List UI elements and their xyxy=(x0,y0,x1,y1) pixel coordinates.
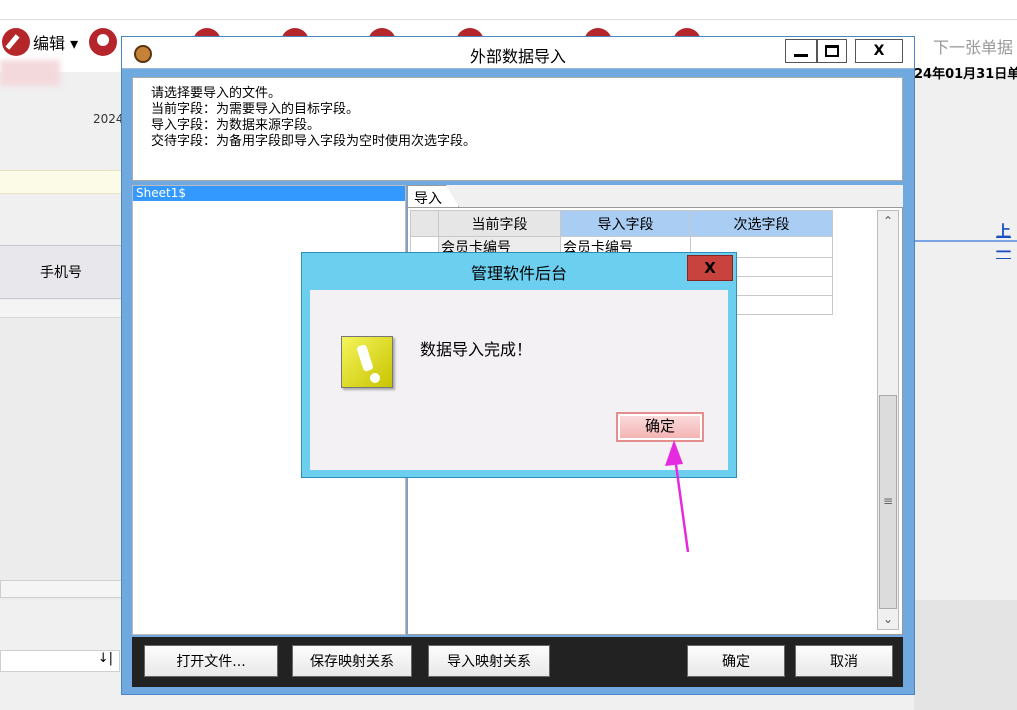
edit-menu-button[interactable]: 编辑 ▾ xyxy=(2,28,118,56)
row-indicator-header xyxy=(410,210,439,237)
open-file-button[interactable]: 打开文件... xyxy=(144,645,278,677)
link-underline xyxy=(914,240,1017,242)
background-table xyxy=(0,300,122,600)
message-text: 数据导入完成！ xyxy=(420,340,533,359)
column-header-current-field[interactable]: 当前字段 xyxy=(438,210,561,237)
year-field[interactable]: 2024 xyxy=(93,112,124,126)
horizontal-scrollbar[interactable] xyxy=(0,580,122,598)
instruction-line: 导入字段：为数据来源字段。 xyxy=(151,118,321,133)
cancel-button[interactable]: 取消 xyxy=(795,645,893,677)
close-button[interactable]: X xyxy=(855,39,903,63)
column-header-import-field[interactable]: 导入字段 xyxy=(560,210,691,237)
dialog-titlebar[interactable]: 外部数据导入 X xyxy=(122,37,914,69)
message-box-title: 管理软件后台 xyxy=(470,264,567,283)
instruction-line: 交待字段：为备用字段即导入字段为空时使用次选字段。 xyxy=(151,134,477,149)
minimize-icon xyxy=(794,53,808,57)
next-document-button[interactable]: 下一张单据 xyxy=(933,34,1013,58)
sheet-item-selected[interactable]: Sheet1$ xyxy=(133,186,405,201)
maximize-icon xyxy=(825,45,839,57)
top-strip xyxy=(0,0,1017,20)
column-header-alternate-field[interactable]: 次选字段 xyxy=(690,210,833,237)
save-mapping-button[interactable]: 保存映射关系 xyxy=(292,645,412,677)
vertical-scrollbar[interactable]: ⌃ ≡ ⌄ xyxy=(877,210,899,630)
blurred-text xyxy=(0,60,60,86)
highlight-row xyxy=(0,170,130,194)
pencil-icon xyxy=(2,28,30,56)
tab-import[interactable]: 导入 xyxy=(407,185,459,207)
column-header-phone[interactable]: 手机号 xyxy=(0,245,122,299)
message-box-close-button[interactable]: X xyxy=(687,255,733,281)
table-row[interactable] xyxy=(0,300,121,318)
warning-icon xyxy=(341,336,393,388)
right-gray-panel xyxy=(914,600,1017,710)
scroll-up-icon[interactable]: ⌃ xyxy=(878,211,898,231)
message-box: 管理软件后台 X 数据导入完成！ 确定 xyxy=(301,252,737,478)
document-date: 24年01月31日单 xyxy=(914,67,1017,82)
minimize-button[interactable] xyxy=(785,39,817,63)
bottom-dropdown[interactable]: ↓| xyxy=(0,650,120,672)
instructions-panel: 请选择要导入的文件。 当前字段：为需要导入的目标字段。 导入字段：为数据来源字段… xyxy=(132,77,903,181)
dialog-footer: 打开文件... 保存映射关系 导入映射关系 确定 取消 xyxy=(132,637,903,687)
scroll-thumb[interactable]: ≡ xyxy=(879,395,897,609)
message-box-body: 数据导入完成！ 确定 xyxy=(310,290,728,470)
user-icon[interactable] xyxy=(89,28,118,56)
import-mapping-button[interactable]: 导入映射关系 xyxy=(428,645,550,677)
edit-label: 编辑 ▾ xyxy=(33,34,79,53)
scroll-down-icon[interactable]: ⌄ xyxy=(878,609,898,629)
instruction-line: 请选择要导入的文件。 xyxy=(151,86,282,101)
ok-button[interactable]: 确定 xyxy=(687,645,785,677)
message-ok-button[interactable]: 确定 xyxy=(616,412,704,442)
maximize-button[interactable] xyxy=(817,39,847,63)
instruction-line: 当前字段：为需要导入的目标字段。 xyxy=(151,102,360,117)
